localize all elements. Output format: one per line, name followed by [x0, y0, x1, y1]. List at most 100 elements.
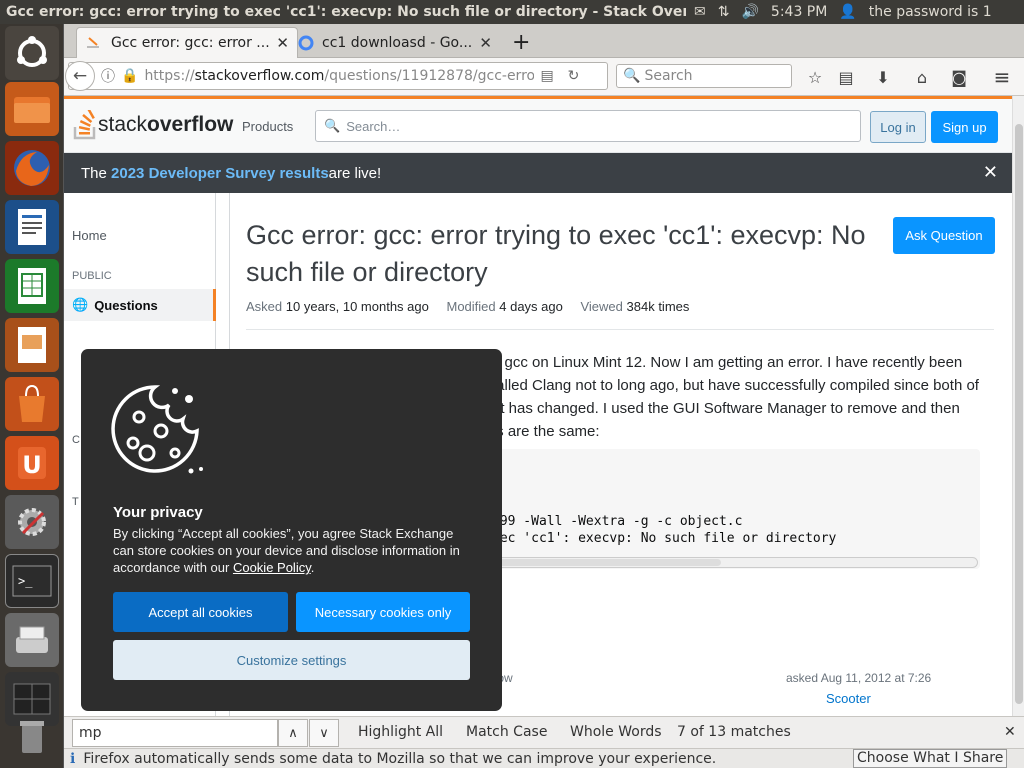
bookmarks-list-icon[interactable]: ▤: [833, 65, 859, 89]
nav-questions[interactable]: 🌐 Questions: [64, 289, 216, 321]
so-search-icon: 🔍: [324, 118, 341, 133]
mail-icon[interactable]: ✉: [694, 4, 706, 20]
cookie-text: By clicking “Accept all cookies”, you ag…: [113, 526, 460, 575]
calc-icon[interactable]: [5, 259, 59, 313]
viewed-value: 384k times: [626, 299, 690, 314]
url-prefix: https://: [144, 68, 195, 84]
url-path: /questions/11912878/gcc-erro: [324, 68, 535, 84]
info-icon[interactable]: ⓘ: [101, 66, 115, 86]
survey-link[interactable]: 2023 Developer Survey results: [111, 165, 329, 182]
volume-icon[interactable]: 🔊: [741, 4, 758, 20]
home-icon[interactable]: ⌂: [909, 65, 935, 89]
products-link[interactable]: Products: [242, 119, 293, 134]
question-meta: Asked 10 years, 10 months ago Modified 4…: [246, 299, 689, 314]
viewed-label: Viewed: [580, 299, 623, 314]
so-logo-icon: [73, 110, 96, 140]
lock-icon[interactable]: 🔒: [121, 68, 138, 84]
back-button[interactable]: ←: [65, 61, 95, 91]
find-next-button[interactable]: ∨: [309, 719, 339, 747]
close-tab-icon[interactable]: ✕: [276, 34, 289, 52]
user-icon[interactable]: 👤: [839, 4, 856, 20]
logo-bold: overflow: [147, 113, 234, 136]
software-center-icon[interactable]: [5, 377, 59, 431]
question-title[interactable]: Gcc error: gcc: error trying to exec 'cc…: [246, 217, 886, 291]
body-line: ts are the same:: [492, 423, 600, 440]
author-link[interactable]: Scooter: [826, 691, 871, 706]
firefox-icon[interactable]: [5, 141, 59, 195]
match-case-toggle[interactable]: Match Case: [466, 724, 547, 740]
tab-label: cc1 downloasd - Go...: [322, 34, 473, 51]
highlight-all-toggle[interactable]: Highlight All: [358, 724, 443, 740]
logo-light: stack: [98, 113, 148, 136]
divider: [246, 329, 994, 330]
ubuntu-dash-icon[interactable]: [5, 26, 59, 80]
modified-label: Modified: [446, 299, 496, 314]
ubuntu-one-icon[interactable]: U: [5, 436, 59, 490]
so-search-placeholder: Search…: [346, 118, 401, 134]
cookie-consent-dialog: Your privacy By clicking “Accept all coo…: [81, 349, 502, 711]
clock[interactable]: 5:43 PM: [771, 4, 827, 20]
browser-search-bar[interactable]: 🔍 Search: [616, 64, 792, 88]
new-tab-button[interactable]: +: [504, 27, 532, 58]
stackoverflow-favicon: [87, 37, 99, 48]
code-line: c99 -Wall -Wextra -g -c object.c: [492, 514, 743, 529]
nav-teams-heading: T: [72, 496, 79, 508]
terminal-icon[interactable]: >_: [5, 554, 59, 608]
ask-question-button[interactable]: Ask Question: [893, 217, 995, 254]
network-icon[interactable]: ⇅: [718, 4, 730, 20]
google-favicon: [298, 35, 314, 50]
menu-icon[interactable]: ≡: [989, 65, 1015, 89]
impress-icon[interactable]: [5, 318, 59, 372]
cookie-policy-link[interactable]: Cookie Policy: [233, 560, 311, 575]
customize-settings-button[interactable]: Customize settings: [113, 640, 470, 680]
body-line: talled Clang not to long ago, but have s…: [492, 377, 979, 394]
files-icon[interactable]: [5, 82, 59, 136]
trash-icon[interactable]: [5, 710, 59, 764]
nav-home[interactable]: Home: [72, 228, 107, 243]
close-banner-icon[interactable]: ✕: [983, 162, 998, 183]
close-find-bar-icon[interactable]: ✕: [1004, 724, 1016, 740]
scanner-icon[interactable]: [5, 613, 59, 667]
choose-what-i-share-button[interactable]: Choose What I Share: [853, 749, 1008, 768]
body-line: at has changed. I used the GUI Software …: [492, 400, 960, 417]
modified-value[interactable]: 4 days ago: [499, 299, 563, 314]
asked-date: asked Aug 11, 2012 at 7:26: [786, 671, 932, 685]
reload-icon[interactable]: ↻: [568, 68, 580, 84]
url-bar[interactable]: ← ⓘ 🔒 https://stackoverflow.com/question…: [65, 61, 608, 91]
accept-all-cookies-button[interactable]: Accept all cookies: [113, 592, 288, 632]
pocket-icon[interactable]: ◙: [946, 65, 972, 89]
downloads-icon[interactable]: ⬇: [870, 65, 896, 89]
page-vertical-scrollbar[interactable]: [1012, 96, 1024, 716]
so-logo[interactable]: stack overflow: [72, 110, 233, 140]
navigation-toolbar: ← ⓘ 🔒 https://stackoverflow.com/question…: [64, 58, 1024, 96]
cookie-icon: [111, 385, 203, 474]
nav-questions-label: Questions: [94, 297, 158, 313]
window-title: Gcc error: gcc: error trying to exec 'cc…: [6, 4, 686, 20]
tab-label: Gcc error: gcc: error ...: [111, 35, 270, 51]
search-placeholder: Search: [644, 68, 693, 84]
svg-text:>_: >_: [18, 574, 33, 588]
telemetry-notification: ℹ Firefox automatically sends some data …: [64, 748, 1024, 768]
tab-gcc-error[interactable]: Gcc error: gcc: error ... ✕: [76, 27, 298, 58]
reader-view-icon[interactable]: ▤: [540, 68, 553, 84]
info-icon: ℹ: [70, 750, 76, 767]
find-bar: mp ∧ ∨ Highlight All Match Case Whole Wo…: [64, 716, 1024, 748]
necessary-cookies-button[interactable]: Necessary cookies only: [296, 592, 470, 632]
settings-icon[interactable]: [5, 495, 59, 549]
tab-google-search[interactable]: cc1 downloasd - Go... ✕: [290, 27, 500, 58]
tab-bar: Gcc error: gcc: error ... ✕ cc1 downloas…: [64, 24, 1024, 58]
writer-icon[interactable]: [5, 200, 59, 254]
login-button[interactable]: Log in: [870, 111, 926, 143]
close-tab-icon[interactable]: ✕: [479, 34, 492, 52]
svg-text:U: U: [22, 451, 42, 479]
notification-text: Firefox automatically sends some data to…: [83, 750, 717, 767]
survey-banner: The 2023 Developer Survey results are li…: [64, 153, 1012, 193]
bookmark-star-icon[interactable]: ☆: [802, 65, 828, 89]
whole-words-toggle[interactable]: Whole Words: [570, 724, 662, 740]
find-previous-button[interactable]: ∧: [278, 719, 308, 747]
so-search-input[interactable]: 🔍 Search…: [315, 110, 861, 142]
so-header: stack overflow Products 🔍 Search… Log in …: [64, 96, 1012, 153]
find-input[interactable]: mp: [72, 719, 278, 747]
user-label[interactable]: the password is 1: [869, 4, 992, 20]
signup-button[interactable]: Sign up: [931, 111, 998, 143]
